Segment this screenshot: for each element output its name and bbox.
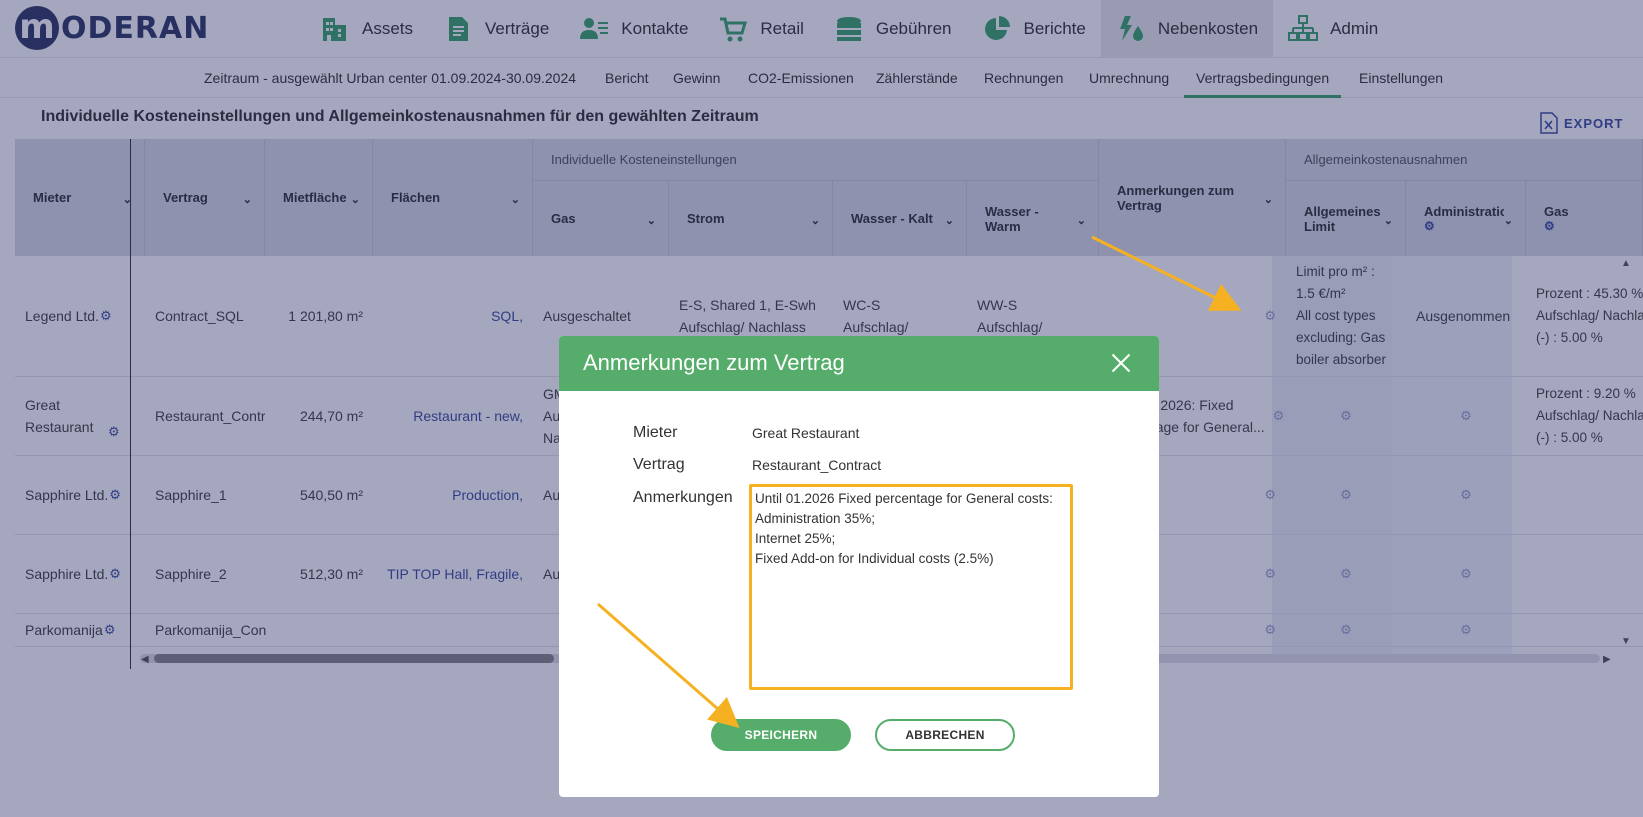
mieter-label: Mieter (633, 424, 678, 441)
cancel-button[interactable]: ABBRECHEN (875, 719, 1015, 751)
vertrag-label: Vertrag (633, 456, 685, 473)
anmerkungen-textarea[interactable] (749, 484, 1073, 690)
anmerkungen-label: Anmerkungen (633, 489, 733, 506)
dialog-header: Anmerkungen zum Vertrag (559, 336, 1159, 391)
save-button[interactable]: SPEICHERN (711, 719, 851, 751)
mieter-value: Great Restaurant (752, 425, 860, 441)
dialog-title: Anmerkungen zum Vertrag (583, 350, 845, 375)
notes-dialog: Anmerkungen zum Vertrag Mieter Great Res… (559, 336, 1159, 797)
close-icon[interactable] (1107, 349, 1135, 377)
vertrag-value: Restaurant_Contract (752, 457, 882, 473)
